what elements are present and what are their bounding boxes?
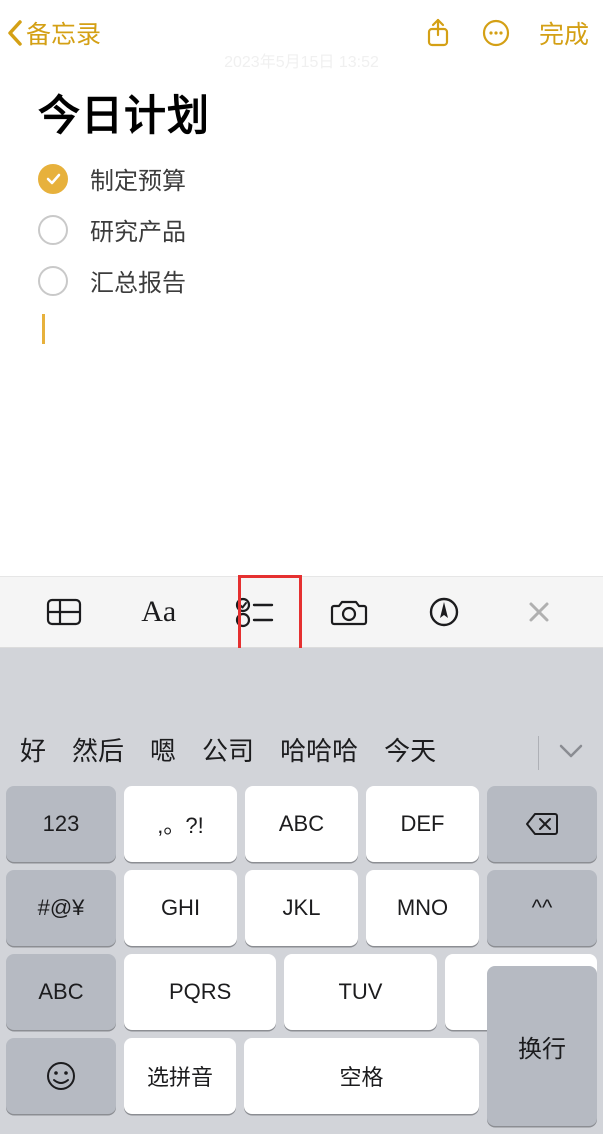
text-format-button[interactable]: Aa: [129, 587, 189, 637]
candidate-word[interactable]: 然后: [72, 731, 124, 768]
note-content[interactable]: 今日计划 制定预算研究产品汇总报告: [0, 66, 603, 344]
key-tuv[interactable]: TUV: [284, 954, 436, 1030]
checklist-item-text: 制定预算: [90, 161, 186, 196]
key-emoticon[interactable]: ^^: [487, 870, 597, 946]
divider: [538, 736, 539, 770]
navbar: 备忘录 完成: [0, 0, 603, 66]
key-pqrs[interactable]: PQRS: [124, 954, 276, 1030]
table-icon: [46, 597, 82, 627]
text-cursor: [42, 314, 45, 344]
key-space[interactable]: 空格: [244, 1038, 479, 1114]
close-keyboard-button[interactable]: [509, 587, 569, 637]
key-select-pinyin[interactable]: 选拼音: [124, 1038, 236, 1114]
camera-button[interactable]: [319, 587, 379, 637]
key-mno[interactable]: MNO: [366, 870, 479, 946]
checkbox-checked-icon[interactable]: [38, 164, 68, 194]
share-button[interactable]: [423, 18, 453, 48]
checkbox-unchecked-icon[interactable]: [38, 266, 68, 296]
key-ghi[interactable]: GHI: [124, 870, 237, 946]
expand-candidates-button[interactable]: [557, 737, 585, 768]
back-button[interactable]: 备忘录: [6, 15, 101, 51]
checklist-item[interactable]: 制定预算: [38, 161, 573, 196]
checklist-item-text: 研究产品: [90, 212, 186, 247]
checklist-item[interactable]: 汇总报告: [38, 263, 573, 298]
done-button[interactable]: 完成: [539, 15, 589, 51]
key-abc[interactable]: ABC: [245, 786, 358, 862]
chevron-left-icon: [6, 18, 26, 48]
keyboard: 好 然后 嗯 公司 哈哈哈 今天 123 ,。?! ABC DEF: [0, 648, 603, 1134]
key-punct[interactable]: ,。?!: [124, 786, 237, 862]
camera-icon: [330, 597, 368, 627]
back-label: 备忘录: [26, 15, 101, 51]
candidate-word[interactable]: 公司: [202, 731, 254, 768]
note-title[interactable]: 今日计划: [38, 82, 573, 143]
key-emoji[interactable]: [6, 1038, 116, 1114]
format-toolbar: Aa: [0, 576, 603, 648]
key-backspace[interactable]: [487, 786, 597, 862]
markup-button[interactable]: [414, 587, 474, 637]
more-button[interactable]: [481, 18, 511, 48]
markup-icon: [428, 596, 460, 628]
ellipsis-circle-icon: [481, 18, 511, 48]
table-button[interactable]: [34, 587, 94, 637]
emoji-icon: [45, 1060, 77, 1092]
candidate-bar: 好 然后 嗯 公司 哈哈哈 今天: [0, 648, 603, 786]
candidate-word[interactable]: 哈哈哈: [280, 731, 358, 768]
highlight-annotation: [238, 575, 302, 651]
candidate-word[interactable]: 好: [20, 731, 46, 768]
candidate-word[interactable]: 今天: [384, 731, 436, 768]
close-icon: [527, 600, 551, 624]
chevron-down-icon: [557, 741, 585, 761]
key-def[interactable]: DEF: [366, 786, 479, 862]
key-123[interactable]: 123: [6, 786, 116, 862]
checkbox-unchecked-icon[interactable]: [38, 215, 68, 245]
checklist-item-text: 汇总报告: [90, 263, 186, 298]
key-abc-mode[interactable]: ABC: [6, 954, 116, 1030]
key-return[interactable]: 换行: [487, 966, 597, 1126]
backspace-icon: [525, 811, 559, 837]
candidate-word[interactable]: 嗯: [150, 731, 176, 768]
key-symbols[interactable]: #@¥: [6, 870, 116, 946]
key-jkl[interactable]: JKL: [245, 870, 358, 946]
share-icon: [424, 17, 452, 49]
checklist-item[interactable]: 研究产品: [38, 212, 573, 247]
